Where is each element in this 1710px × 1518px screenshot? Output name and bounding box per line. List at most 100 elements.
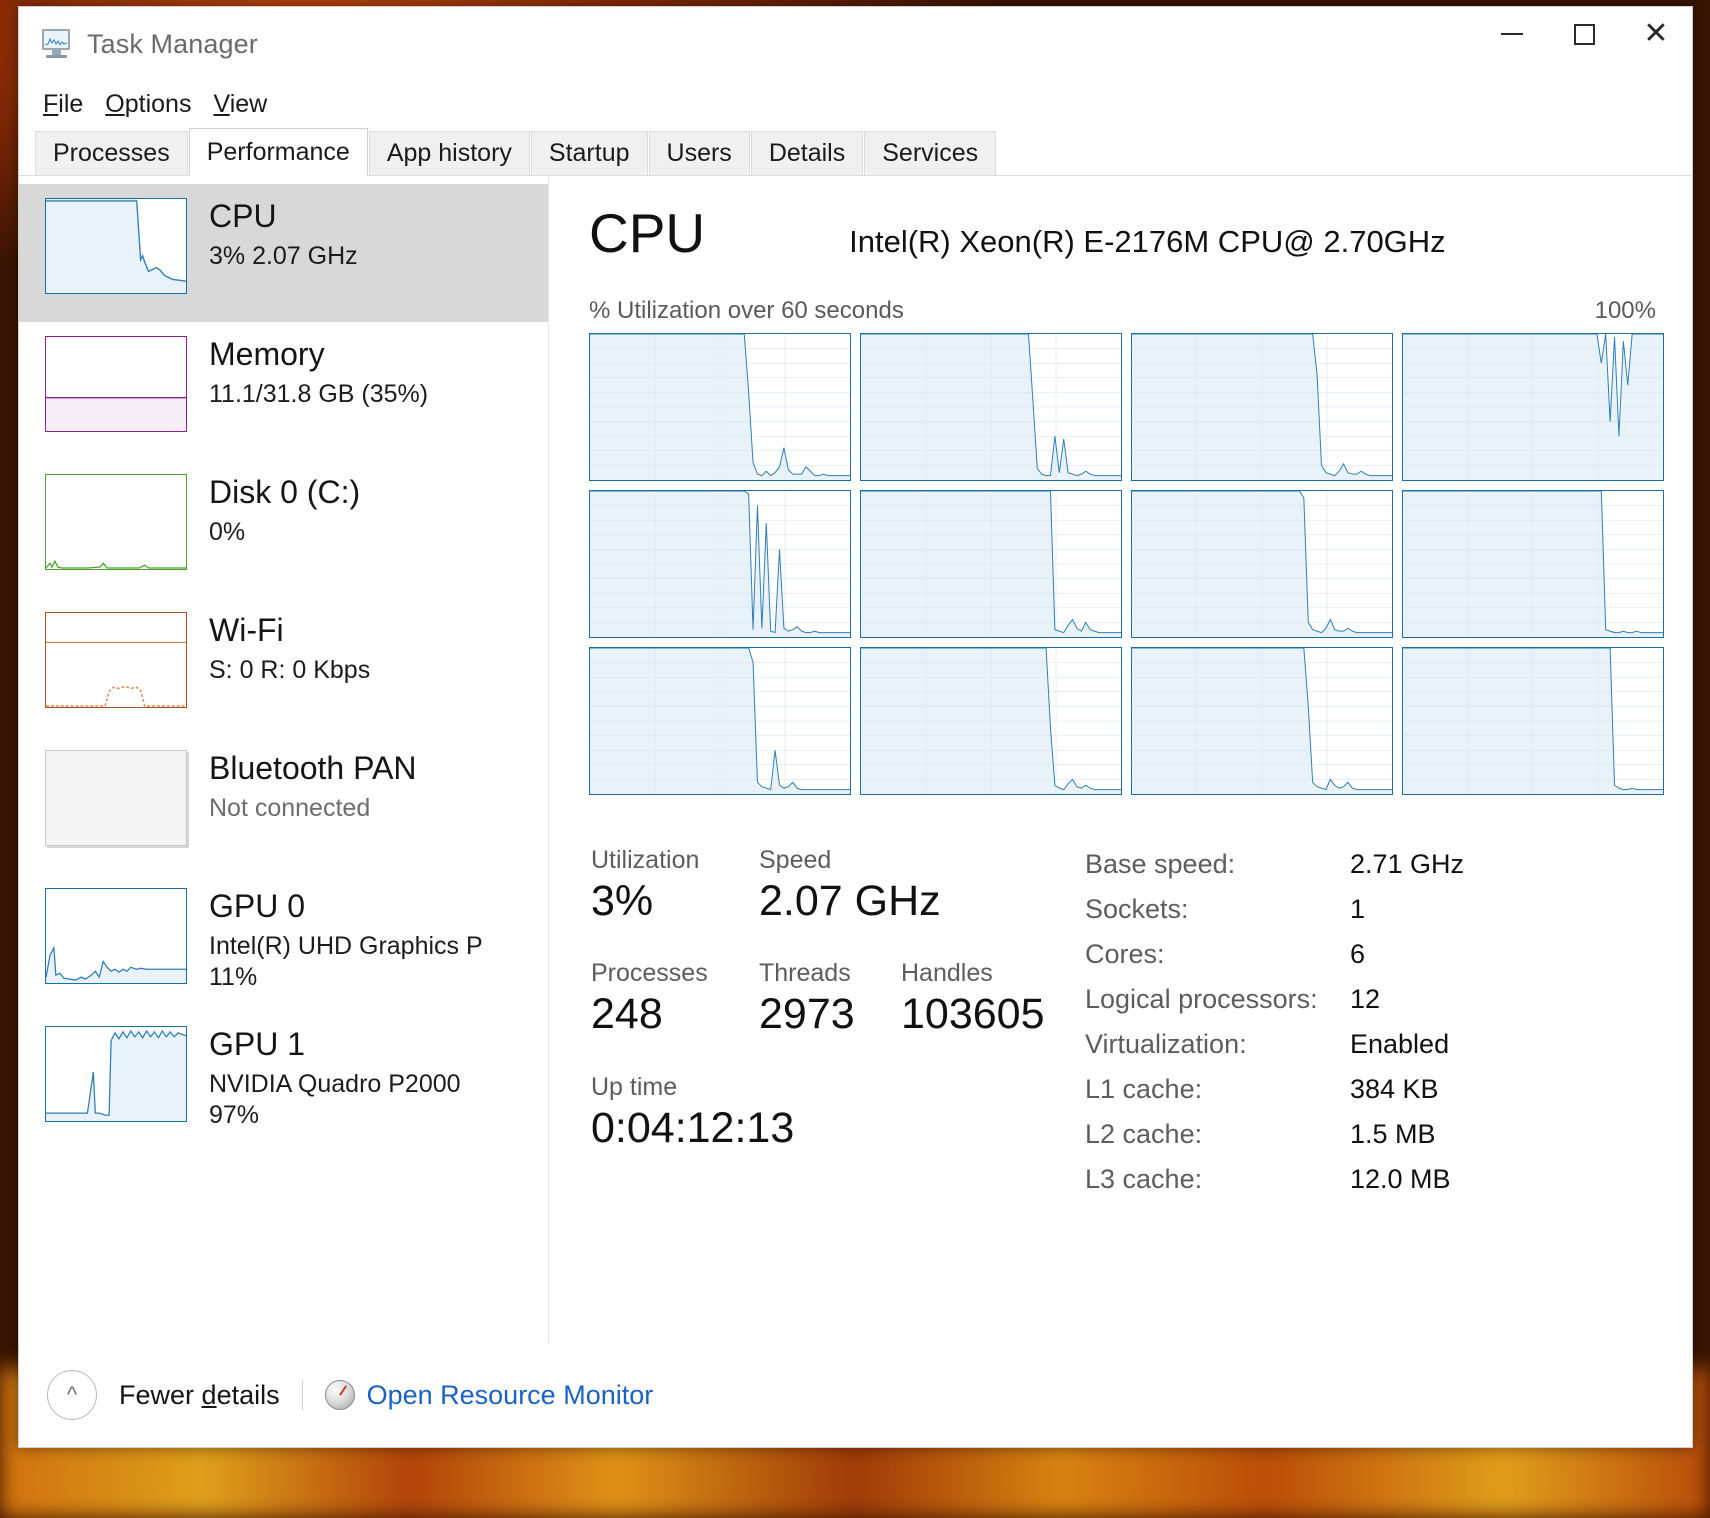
spec-row-1: Sockets: 1 [1085, 894, 1664, 939]
stats-row-1: Utilization 3% Speed 2.07 GHz [591, 845, 1071, 926]
handles-label: Handles [901, 959, 993, 988]
footer-divider [301, 1380, 303, 1410]
menu-bar: File Options View [19, 81, 1692, 127]
fewer-details-button[interactable]: Fewer details [119, 1380, 280, 1411]
logical-processor-svg-9 [861, 648, 1121, 794]
sidebar-gpu0-text: GPU 0 Intel(R) UHD Graphics P 11% [209, 888, 483, 992]
open-resource-monitor-link[interactable]: Open Resource Monitor [367, 1380, 654, 1411]
tab-strip: Processes Performance App history Startu… [19, 127, 1692, 176]
logical-processor-graph-0[interactable] [589, 333, 851, 481]
spec-key-1: Sockets: [1085, 894, 1189, 924]
disk-thumb-svg [46, 559, 186, 569]
logical-processor-graph-5[interactable] [860, 490, 1122, 638]
spec-key-3: Logical processors: [1085, 984, 1318, 1014]
spec-key-7: L3 cache: [1085, 1164, 1203, 1194]
logical-processor-svg-1 [861, 334, 1121, 480]
sidebar-item-gpu0[interactable]: GPU 0 Intel(R) UHD Graphics P 11% [19, 874, 548, 1012]
logical-processor-svg-5 [861, 491, 1121, 637]
tab-app-history[interactable]: App history [368, 131, 530, 175]
page-title: CPU [589, 202, 706, 264]
chevron-up-icon[interactable]: ^ [47, 1370, 97, 1420]
logical-processor-graph-7[interactable] [1402, 490, 1664, 638]
sidebar-item-bluetooth-pan[interactable]: Bluetooth PAN Not connected [19, 736, 548, 874]
logical-processor-graph-8[interactable] [589, 647, 851, 795]
spec-value-3: 12 [1350, 984, 1381, 1014]
spec-row-0: Base speed: 2.71 GHz [1085, 849, 1664, 894]
uptime-value: 0:04:12:13 [591, 1103, 795, 1152]
task-manager-icon [41, 29, 75, 59]
wifi-thumb-svg [46, 641, 186, 707]
maximize-button[interactable] [1548, 7, 1620, 61]
sidebar-disk-title: Disk 0 (C:) [209, 474, 361, 510]
stat-speed: Speed 2.07 GHz [759, 845, 959, 926]
logical-processor-graph-9[interactable] [860, 647, 1122, 795]
utilization-value: 3% [591, 877, 654, 925]
bluetooth-thumbnail-graph [45, 750, 187, 846]
memory-thumb-svg [46, 397, 186, 431]
spec-row-6: L2 cache: 1.5 MB [1085, 1119, 1664, 1164]
logical-processor-graph-3[interactable] [1402, 333, 1664, 481]
sidebar-item-cpu[interactable]: CPU 3% 2.07 GHz [19, 184, 548, 322]
graph-caption-right: 100% [1594, 297, 1656, 324]
tab-users[interactable]: Users [648, 131, 750, 175]
stat-uptime: Up time 0:04:12:13 [591, 1072, 794, 1153]
close-icon: ✕ [1643, 17, 1669, 50]
tab-services[interactable]: Services [864, 131, 997, 175]
spec-row-4: Virtualization: Enabled [1085, 1029, 1664, 1074]
task-manager-window: Task Manager ✕ File Options View Process… [18, 6, 1693, 1448]
utilization-label: Utilization [591, 846, 700, 874]
logical-processor-svg-3 [1403, 334, 1663, 480]
tab-startup[interactable]: Startup [530, 131, 648, 175]
close-button[interactable]: ✕ [1620, 7, 1692, 61]
spec-value-4: Enabled [1350, 1029, 1450, 1059]
resource-monitor-icon [324, 1380, 355, 1410]
sidebar-disk-sub: 0% [209, 517, 246, 546]
logical-processor-graph-11[interactable] [1402, 647, 1664, 795]
sidebar-bluetooth-text: Bluetooth PAN Not connected [209, 750, 417, 823]
sidebar-cpu-title: CPU [209, 198, 277, 234]
gpu0-thumbnail-graph [45, 888, 187, 984]
menu-view[interactable]: View [205, 88, 275, 121]
stats-row-3: Up time 0:04:12:13 [591, 1072, 1071, 1153]
performance-sidebar: CPU 3% 2.07 GHz Memory 11.1/31.8 GB (35%… [19, 176, 549, 1343]
sidebar-bluetooth-title: Bluetooth PAN [209, 750, 417, 786]
sidebar-item-gpu1[interactable]: GPU 1 NVIDIA Quadro P2000 97% [19, 1012, 548, 1150]
sidebar-gpu1-title: GPU 1 [209, 1026, 306, 1062]
sidebar-memory-title: Memory [209, 336, 325, 372]
sidebar-item-wifi[interactable]: Wi-Fi S: 0 R: 0 Kbps [19, 598, 548, 736]
sidebar-memory-sub: 11.1/31.8 GB (35%) [209, 379, 429, 408]
logical-processor-graph-6[interactable] [1131, 490, 1393, 638]
graph-caption-left: % Utilization over 60 seconds [589, 297, 904, 324]
tab-performance[interactable]: Performance [188, 128, 368, 176]
logical-processor-graph-grid[interactable] [589, 333, 1664, 795]
gpu0-thumb-svg [46, 945, 186, 983]
minimize-button[interactable] [1476, 7, 1548, 61]
memory-thumbnail-graph [45, 336, 187, 432]
window-controls: ✕ [1476, 7, 1692, 81]
stat-utilization: Utilization 3% [591, 845, 759, 926]
sidebar-item-memory[interactable]: Memory 11.1/31.8 GB (35%) [19, 322, 548, 460]
logical-processor-graph-10[interactable] [1131, 647, 1393, 795]
logical-processor-graph-4[interactable] [589, 490, 851, 638]
cpu-stats-left: Utilization 3% Speed 2.07 GHz Processes … [591, 845, 1071, 1209]
minimize-icon [1501, 33, 1523, 35]
logical-processor-graph-2[interactable] [1131, 333, 1393, 481]
logical-processor-graph-1[interactable] [860, 333, 1122, 481]
tab-processes[interactable]: Processes [35, 131, 188, 175]
spec-value-1: 1 [1350, 894, 1366, 924]
cpu-detail-panel: CPU Intel(R) Xeon(R) E-2176M CPU@ 2.70GH… [549, 176, 1692, 1343]
menu-file[interactable]: File [35, 88, 91, 121]
speed-value: 2.07 GHz [759, 877, 941, 925]
menu-options[interactable]: Options [97, 88, 199, 121]
logical-processor-svg-11 [1403, 648, 1663, 794]
stat-threads: Threads 2973 [759, 958, 901, 1039]
tab-details[interactable]: Details [750, 131, 864, 175]
threads-label: Threads [759, 959, 851, 988]
cpu-thumb-svg [46, 199, 186, 293]
stat-handles: Handles 103605 [901, 958, 1045, 1039]
spec-key-6: L2 cache: [1085, 1119, 1203, 1149]
spec-key-0: Base speed: [1085, 849, 1236, 879]
sidebar-item-disk[interactable]: Disk 0 (C:) 0% [19, 460, 548, 598]
maximize-icon [1573, 23, 1595, 45]
cpu-spec-list: Base speed: 2.71 GHz Sockets: 1 Cores: 6 Logic… [1071, 845, 1664, 1209]
